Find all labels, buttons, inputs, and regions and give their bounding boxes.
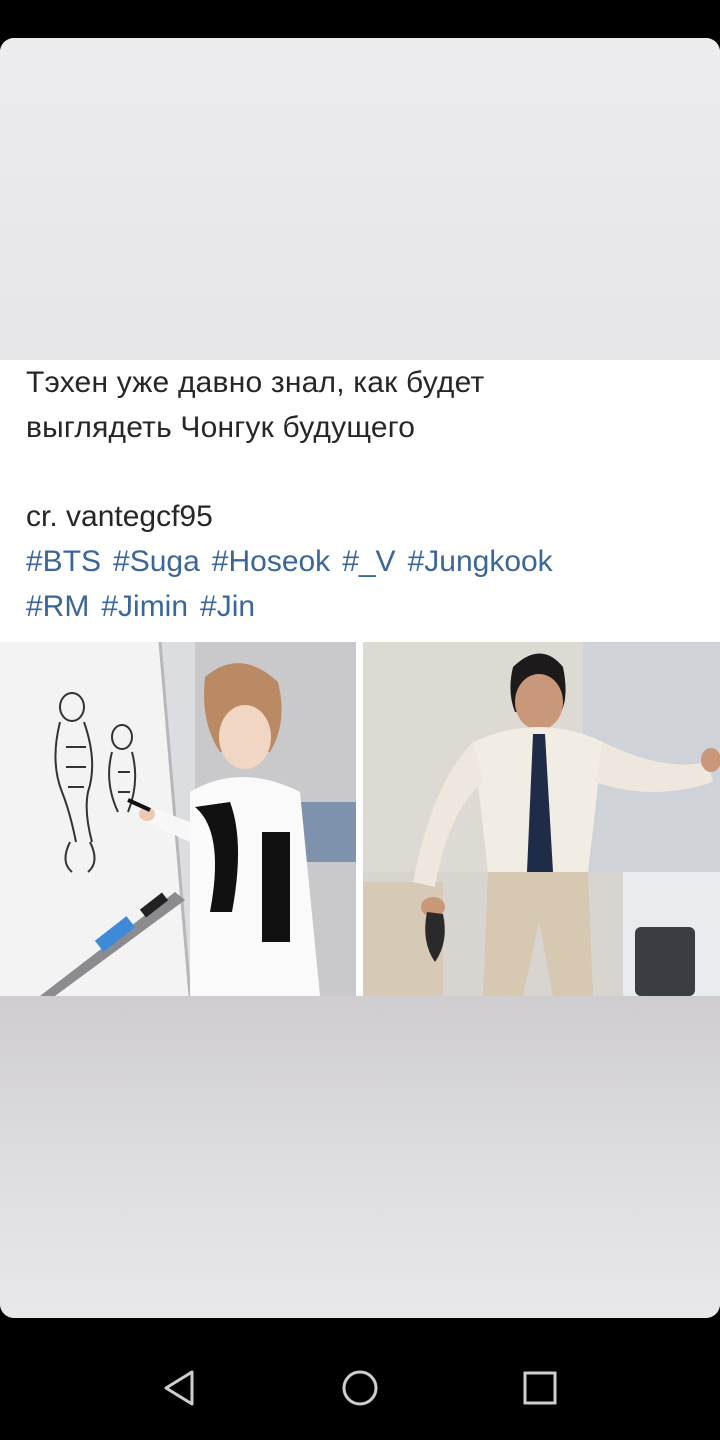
photo-collage [0, 642, 720, 996]
home-circle-icon [342, 1370, 378, 1406]
system-navigation-bar [0, 1318, 720, 1440]
hashtag[interactable]: #BTS [26, 545, 101, 578]
hashtag[interactable]: #Jimin [101, 590, 188, 623]
bottom-blank-area [0, 996, 720, 1318]
photo-whiteboard-drawing [0, 642, 356, 996]
hashtags-row-1: #BTS #Suga #Hoseok #_V #Jungkook [26, 539, 706, 584]
back-triangle-icon [164, 1370, 194, 1406]
posing-photo-illustration [363, 642, 720, 996]
hashtag[interactable]: #Jungkook [408, 545, 553, 578]
post-text-panel: Тэхен уже давно знал, как будет выглядет… [0, 360, 720, 642]
hashtags-row-2: #RM #Jimin #Jin [26, 584, 706, 629]
hashtag[interactable]: #_V [342, 545, 395, 578]
home-button[interactable] [330, 1358, 390, 1418]
photo-posing-in-shirt-and-tie [363, 642, 720, 996]
back-button[interactable] [150, 1358, 210, 1418]
story-card[interactable]: Тэхен уже давно знал, как будет выглядет… [0, 38, 720, 1318]
hashtags: #BTS #Suga #Hoseok #_V #Jungkook #RM #Jimin #J… [26, 539, 706, 629]
top-blank-area [0, 38, 720, 360]
screen: Тэхен уже давно знал, как будет выглядет… [0, 0, 720, 1440]
hashtag[interactable]: #RM [26, 590, 89, 623]
post-caption: Тэхен уже давно знал, как будет выглядет… [26, 360, 706, 450]
recents-button[interactable] [510, 1358, 570, 1418]
credit-text: cr. vantegcf95 [26, 500, 213, 533]
caption-line-2: выглядеть Чонгук будущего [26, 411, 416, 444]
hashtag[interactable]: #Hoseok [212, 545, 330, 578]
hashtag[interactable]: #Jin [200, 590, 255, 623]
caption-line-1: Тэхен уже давно знал, как будет [26, 366, 485, 399]
whiteboard-photo-illustration [0, 642, 356, 996]
recents-square-icon [523, 1371, 557, 1405]
hashtag[interactable]: #Suga [113, 545, 200, 578]
